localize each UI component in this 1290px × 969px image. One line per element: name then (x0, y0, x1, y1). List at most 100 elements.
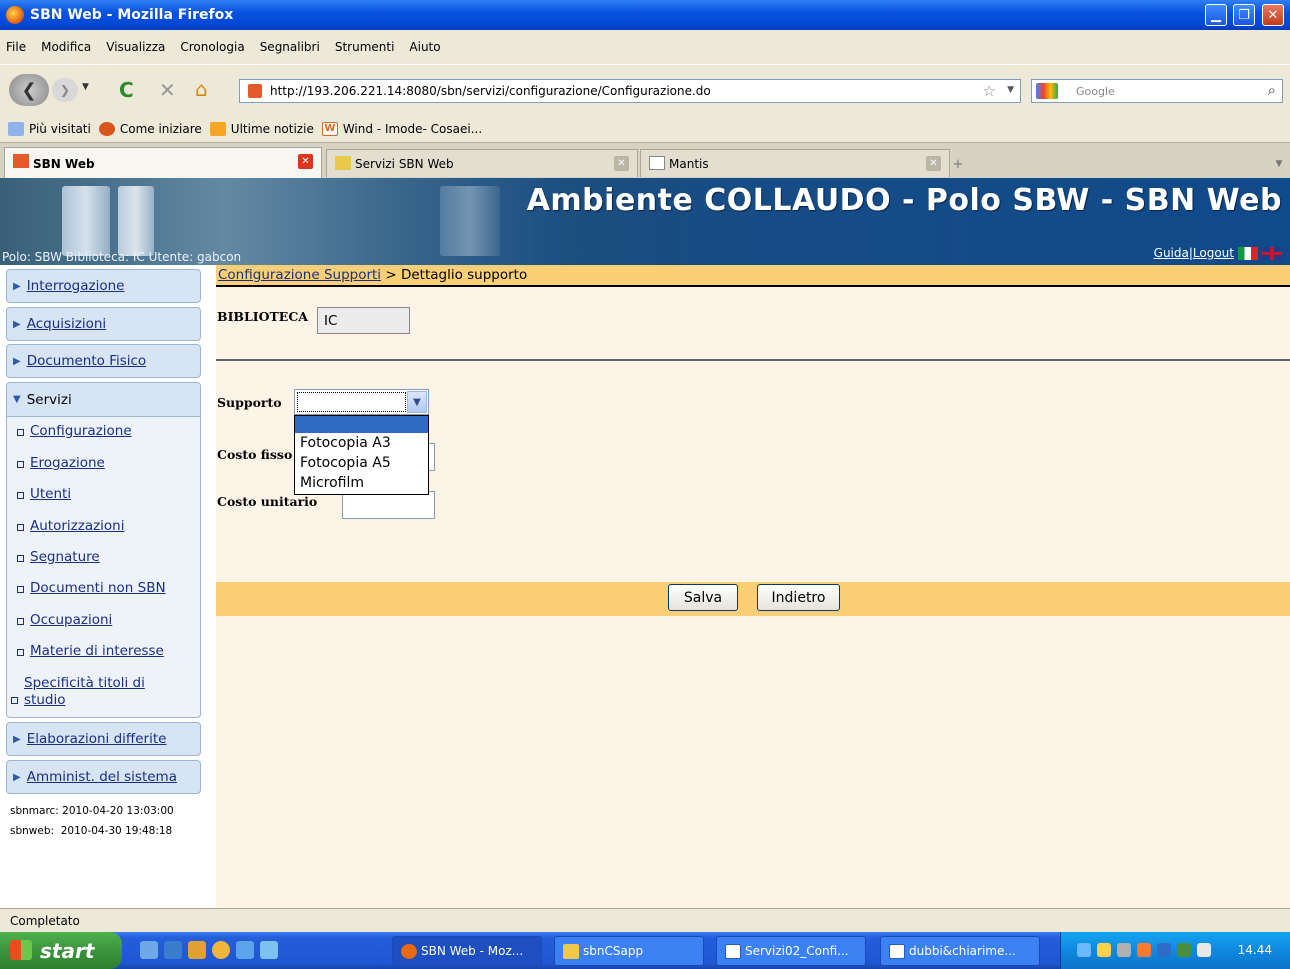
subitem-link[interactable]: Erogazione (30, 455, 105, 471)
sidebar-subitem-configurazione[interactable]: Configurazione (17, 423, 132, 439)
subitem-link[interactable]: Documenti non SBN (30, 580, 166, 596)
chevron-down-icon[interactable]: ▼ (407, 391, 427, 413)
save-button[interactable]: Salva (668, 584, 738, 611)
tab-list-icon[interactable]: ▼ (1268, 153, 1290, 175)
reload-icon[interactable]: C (119, 78, 134, 102)
dropdown-option-fotocopia-a5[interactable]: Fotocopia A5 (295, 453, 428, 473)
new-tab-icon[interactable]: + (943, 153, 973, 175)
search-icon[interactable]: ⌕ (1268, 81, 1276, 99)
bookmark-ultime-notizie[interactable]: Ultime notizie (209, 122, 314, 136)
google-engine-icon[interactable] (1036, 83, 1058, 99)
stop-icon[interactable]: ✕ (159, 78, 176, 102)
sidebar-item-interrogazione[interactable]: ▶ Interrogazione (6, 269, 201, 303)
menu-modifica[interactable]: Modifica (41, 40, 91, 54)
sidebar-item-label[interactable]: Acquisizioni (27, 316, 106, 332)
task-dubbi[interactable]: dubbi&chiarime... (880, 936, 1040, 966)
quicklaunch-icon[interactable] (188, 941, 206, 959)
tray-icon[interactable] (1177, 943, 1191, 957)
task-servizi02[interactable]: Servizi02_Confi... (716, 936, 866, 966)
uk-flag-icon[interactable] (1262, 246, 1282, 260)
breadcrumb: Configurazione Supporti > Dettaglio supp… (216, 265, 1290, 287)
tray-icon[interactable] (1097, 943, 1111, 957)
tab-sbn-web[interactable]: SBN Web ✕ (4, 147, 322, 179)
history-dropdown-icon[interactable]: ▼ (82, 82, 89, 92)
sidebar-item-acquisizioni[interactable]: ▶ Acquisizioni (6, 307, 201, 341)
dropdown-option-microfilm[interactable]: Microfilm (295, 473, 428, 493)
quicklaunch-icon[interactable] (140, 941, 158, 959)
dropdown-option-fotocopia-a3[interactable]: Fotocopia A3 (295, 433, 428, 453)
sidebar-item-label[interactable]: Interrogazione (27, 278, 125, 294)
bookmark-piu-visitati[interactable]: Più visitati (8, 122, 91, 136)
quicklaunch-icon[interactable] (164, 941, 182, 959)
url-dropdown-icon[interactable]: ▼ (1007, 85, 1014, 95)
tab-close-icon[interactable]: ✕ (614, 156, 629, 171)
costo-unitario-input[interactable] (342, 491, 435, 519)
sidebar-subitem-materie-di-interesse[interactable]: Materie di interesse (17, 643, 164, 659)
subitem-link[interactable]: Occupazioni (30, 612, 112, 628)
maximize-button[interactable]: ❐ (1233, 4, 1255, 26)
minimize-button[interactable]: ▁ (1205, 4, 1227, 26)
subitem-link[interactable]: Utenti (30, 486, 71, 502)
url-bar[interactable]: http://193.206.221.14:8080/sbn/servizi/c… (239, 79, 1021, 103)
sidebar-subitem-occupazioni[interactable]: Occupazioni (17, 612, 112, 628)
task-firefox[interactable]: SBN Web - Moz... (392, 936, 542, 966)
dropdown-option-empty[interactable] (295, 416, 428, 433)
menu-segnalibri[interactable]: Segnalibri (260, 40, 320, 54)
tab-servizi-sbn-web[interactable]: Servizi SBN Web ✕ (326, 149, 638, 177)
supporto-select[interactable]: ▼ (294, 389, 429, 415)
menu-cronologia[interactable]: Cronologia (180, 40, 244, 54)
menu-file[interactable]: File (6, 40, 26, 54)
sidebar-item-amminist-sistema[interactable]: ▶ Amminist. del sistema (6, 760, 201, 794)
menu-visualizza[interactable]: Visualizza (106, 40, 165, 54)
task-sbncsapp[interactable]: sbnCSapp (554, 936, 704, 966)
forward-button[interactable]: ❯ (52, 78, 78, 102)
quicklaunch-icon[interactable] (260, 941, 278, 959)
tab-close-icon[interactable]: ✕ (926, 156, 941, 171)
search-box[interactable]: Google ⌕ (1031, 79, 1283, 103)
sidebar-item-label[interactable]: Documento Fisico (27, 353, 147, 369)
sidebar-subitem-segnature[interactable]: Segnature (17, 549, 100, 565)
tray-icon[interactable] (1157, 943, 1171, 957)
home-icon[interactable]: ⌂ (195, 77, 208, 101)
menu-aiuto[interactable]: Aiuto (409, 40, 440, 54)
tab-close-icon[interactable]: ✕ (298, 154, 313, 169)
subitem-link[interactable]: Configurazione (30, 423, 132, 439)
sidebar-item-label[interactable]: Elaborazioni differite (27, 731, 167, 747)
expand-arrow-icon: ▶ (13, 771, 21, 783)
sidebar-item-documento-fisico[interactable]: ▶ Documento Fisico (6, 344, 201, 378)
subitem-link[interactable]: Specificità titoli di studio (24, 675, 164, 709)
logout-link[interactable]: Logout (1193, 246, 1234, 260)
sidebar-item-label[interactable]: Amminist. del sistema (27, 769, 177, 785)
sidebar-item-elaborazioni-differite[interactable]: ▶ Elaborazioni differite (6, 722, 201, 756)
sidebar-subitem-erogazione[interactable]: Erogazione (17, 455, 105, 471)
sidebar-subitem-utenti[interactable]: Utenti (17, 486, 71, 502)
clock[interactable]: 14.44 (1238, 943, 1272, 957)
quicklaunch-icon[interactable] (212, 941, 230, 959)
title-bar[interactable]: SBN Web - Mozilla Firefox ▁ ❐ ✕ (0, 0, 1290, 30)
breadcrumb-link-configurazione-supporti[interactable]: Configurazione Supporti (218, 267, 381, 283)
sidebar-subitem-specificita-titoli[interactable]: Specificità titoli di studio (11, 675, 171, 709)
tray-icon[interactable] (1197, 943, 1211, 957)
task-label: dubbi&chiarime... (909, 944, 1016, 958)
bookmark-wind[interactable]: W Wind - Imode- Cosaei... (321, 122, 482, 136)
italian-flag-icon[interactable] (1238, 246, 1258, 260)
back-button[interactable]: ❮ (9, 74, 49, 106)
close-button[interactable]: ✕ (1262, 4, 1284, 26)
back-button[interactable]: Indietro (757, 584, 840, 611)
sidebar-subitem-autorizzazioni[interactable]: Autorizzazioni (17, 518, 125, 534)
subitem-link[interactable]: Materie di interesse (30, 643, 164, 659)
tray-icon[interactable] (1077, 943, 1091, 957)
bookmark-star-icon[interactable]: ☆ (983, 82, 996, 100)
ie-icon[interactable] (236, 941, 254, 959)
guida-link[interactable]: Guida (1154, 246, 1189, 260)
subitem-link[interactable]: Autorizzazioni (30, 518, 125, 534)
start-button[interactable]: start (0, 932, 122, 969)
bookmark-come-iniziare[interactable]: Come iniziare (98, 122, 202, 136)
subitem-link[interactable]: Segnature (30, 549, 100, 565)
tab-mantis[interactable]: Mantis ✕ (640, 149, 950, 177)
sidebar-item-servizi[interactable]: ▼ Servizi (7, 383, 200, 417)
sidebar-subitem-documenti-non-sbn[interactable]: Documenti non SBN (17, 580, 166, 596)
tray-icon[interactable] (1117, 943, 1131, 957)
tray-icon[interactable] (1137, 943, 1151, 957)
menu-strumenti[interactable]: Strumenti (335, 40, 395, 54)
